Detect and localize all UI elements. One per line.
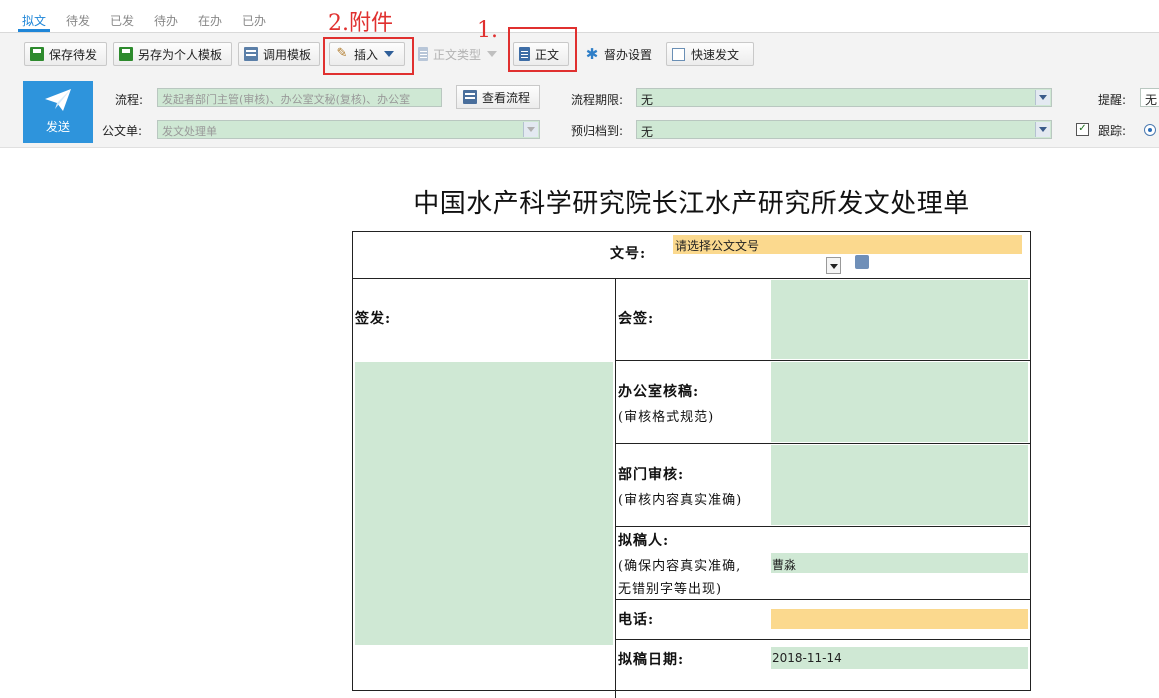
tab-in-progress[interactable]: 在办 (198, 12, 222, 29)
track-radio[interactable] (1144, 124, 1156, 136)
doc-number-placeholder: 请选择公文文号 (675, 239, 760, 253)
tab-todo[interactable]: 待办 (154, 12, 178, 29)
dept-review-field[interactable] (771, 445, 1028, 525)
annotation-box-body (508, 27, 577, 72)
track-label: 跟踪: (1098, 124, 1127, 138)
tab-draft[interactable]: 拟文 (17, 12, 51, 32)
save-pending-button[interactable]: 保存待发 (24, 42, 107, 66)
chevron-down-icon (487, 51, 497, 57)
deadline-label: 流程期限: (571, 93, 624, 107)
row-divider (353, 278, 1030, 279)
template-icon (244, 47, 258, 61)
row-divider (615, 443, 1030, 444)
drafter-note-line2: 无错别字等出现) (618, 582, 723, 597)
use-template-button[interactable]: 调用模板 (238, 42, 320, 66)
save-icon (30, 47, 44, 61)
save-as-template-label: 另存为个人模板 (138, 47, 223, 62)
doc-number-field[interactable]: 请选择公文文号 (673, 235, 1022, 254)
supervise-settings-label: 督办设置 (603, 47, 652, 62)
chevron-down-icon (523, 122, 538, 137)
form-select[interactable]: 发文处理单 (157, 120, 540, 139)
chevron-down-icon (1035, 90, 1050, 105)
sign-label: 签发: (355, 311, 392, 327)
tab-done[interactable]: 已办 (242, 12, 266, 29)
quick-send-button[interactable]: 快速发文 (666, 42, 754, 66)
row-divider (615, 639, 1030, 640)
toolbar: 保存待发 另存为个人模板 调用模板 ✎ 插入 正文类型 正文 ✱ 督办设置 快速… (0, 33, 1159, 78)
view-flow-button[interactable]: 查看流程 (456, 85, 540, 109)
chevron-down-icon (1035, 122, 1050, 137)
deadline-select[interactable]: 无 (636, 88, 1052, 107)
view-flow-label: 查看流程 (482, 90, 531, 105)
paper-plane-icon (45, 89, 71, 111)
phone-label: 电话: (618, 612, 655, 628)
draft-date-field[interactable]: 2018-11-14 (771, 647, 1028, 669)
quick-send-label: 快速发文 (691, 47, 740, 62)
draft-date-value: 2018-11-14 (772, 651, 842, 665)
archive-label: 预归档到: (571, 124, 624, 138)
office-review-field[interactable] (771, 362, 1028, 442)
remind-label: 提醒: (1098, 93, 1127, 107)
dept-review-note: (审核内容真实准确) (618, 493, 743, 508)
save-as-template-button[interactable]: 另存为个人模板 (113, 42, 232, 66)
archive-select[interactable]: 无 (636, 120, 1052, 139)
quick-send-checkbox[interactable] (672, 47, 685, 61)
tab-pending-send[interactable]: 待发 (66, 12, 90, 29)
flow-label: 流程: (115, 93, 144, 107)
phone-field[interactable] (771, 609, 1028, 629)
drafter-field[interactable]: 曹淼 (771, 553, 1028, 573)
draft-date-label: 拟稿日期: (618, 652, 685, 668)
annotation-box-attachment (323, 37, 414, 75)
use-template-label: 调用模板 (263, 47, 312, 62)
track-checkbox[interactable]: ✓ (1076, 123, 1089, 136)
flow-panel: 发送 流程: 发起者部门主管(审核)、办公室文秘(复核)、办公室 查看流程 公文… (0, 77, 1159, 148)
column-divider (615, 278, 616, 698)
document-icon (418, 47, 428, 61)
body-type-label: 正文类型 (432, 47, 481, 62)
send-button[interactable]: 发送 (23, 81, 93, 143)
drafter-value: 曹淼 (772, 558, 797, 572)
annotation-step2: 2.附件 (328, 11, 393, 36)
dispatch-form: 文号: 请选择公文文号 签发: 会签: 办公室核稿: (审核格式规范) 部门审核… (352, 231, 1031, 698)
tab-sent[interactable]: 已发 (110, 12, 134, 29)
edit-doc-number-icon[interactable] (855, 255, 869, 269)
chevron-down-icon (830, 264, 838, 269)
tab-bar: 拟文 待发 已发 待办 在办 已办 (0, 0, 1159, 33)
flow-field[interactable]: 发起者部门主管(审核)、办公室文秘(复核)、办公室 (157, 88, 442, 107)
annotation-step1: 1. (477, 18, 498, 43)
form-label: 公文单: (102, 124, 143, 138)
office-review-label: 办公室核稿: (618, 384, 700, 400)
drafter-label: 拟稿人: (618, 533, 670, 549)
doc-number-label: 文号: (610, 246, 647, 262)
office-review-note: (审核格式规范) (618, 410, 715, 425)
dept-review-label: 部门审核: (618, 467, 685, 483)
remind-select[interactable]: 无 (1140, 88, 1159, 107)
row-divider (615, 599, 1030, 600)
row-divider (615, 526, 1030, 527)
deadline-value: 无 (641, 93, 654, 107)
send-label: 发送 (45, 120, 70, 134)
doc-number-dropdown[interactable] (826, 257, 841, 274)
sign-field[interactable] (355, 362, 613, 645)
supervise-settings-button[interactable]: ✱ 督办设置 (579, 42, 659, 66)
countersign-field[interactable] (771, 280, 1028, 359)
flowchart-icon (463, 90, 477, 104)
drafter-note-line1: (确保内容真实准确, (618, 559, 742, 574)
archive-value: 无 (641, 125, 654, 139)
page-title: 中国水产科学研究院长江水产研究所发文处理单 (413, 189, 970, 219)
gear-icon: ✱ (585, 45, 599, 63)
save-pending-label: 保存待发 (49, 47, 98, 62)
form-select-value: 发文处理单 (162, 125, 217, 138)
body-type-button[interactable]: 正文类型 (412, 42, 504, 66)
save-icon (119, 47, 133, 61)
countersign-label: 会签: (618, 311, 655, 327)
row-divider (615, 360, 1030, 361)
